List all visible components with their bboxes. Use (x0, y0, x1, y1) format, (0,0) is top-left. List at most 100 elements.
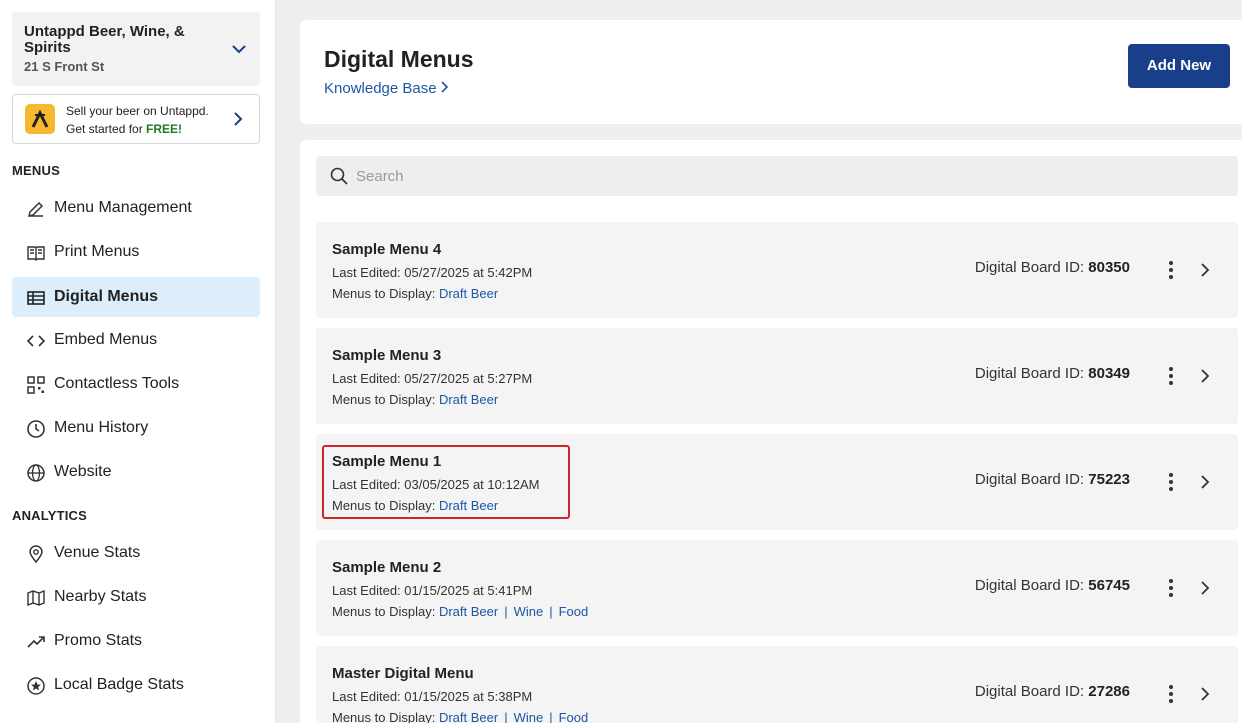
sidebar: Untappd Beer, Wine, & Spirits 21 S Front… (0, 0, 276, 723)
analytics-section-title: ANALYTICS (12, 508, 87, 523)
board-id-label: Digital Board ID: (974, 259, 1089, 276)
more-options-icon[interactable] (1164, 364, 1178, 388)
separator: | (504, 710, 508, 723)
last-edited: Last Edited: 03/05/2025 at 10:12AM (332, 477, 539, 492)
sidebar-item-embed-menus[interactable]: Embed Menus (12, 320, 260, 360)
digital-board-id: Digital Board ID: 56745 (975, 577, 1130, 594)
menus-to-display: Menus to Display: Draft Beer (332, 392, 498, 407)
display-tag[interactable]: Draft Beer (439, 286, 498, 301)
sidebar-item-nearby-stats[interactable]: Nearby Stats (12, 577, 260, 617)
star-badge-icon (27, 677, 45, 695)
board-id-value: 27286 (1088, 683, 1130, 700)
last-edited: Last Edited: 05/27/2025 at 5:42PM (332, 265, 532, 280)
chevron-down-icon[interactable] (230, 40, 248, 58)
display-tag[interactable]: Wine (514, 604, 544, 619)
sidebar-item-label: Nearby Stats (54, 588, 147, 605)
menus-to-display: Menus to Display: Draft Beer (332, 286, 498, 301)
sidebar-item-menu-history[interactable]: Menu History (12, 408, 260, 448)
chevron-right-icon[interactable] (1196, 472, 1214, 492)
menus-to-display-label: Menus to Display: (332, 498, 439, 513)
chevron-right-icon[interactable] (1196, 260, 1214, 280)
menu-name: Sample Menu 4 (332, 241, 442, 258)
display-tag[interactable]: Draft Beer (439, 710, 498, 723)
menu-row-sample-menu-2[interactable]: Sample Menu 2 Last Edited: 01/15/2025 at… (316, 540, 1238, 636)
board-id-label: Digital Board ID: (974, 683, 1089, 700)
separator: | (504, 604, 508, 619)
menu-row-sample-menu-3[interactable]: Sample Menu 3 Last Edited: 05/27/2025 at… (316, 328, 1238, 424)
more-options-icon[interactable] (1164, 576, 1178, 600)
sidebar-item-label: Menu Management (54, 199, 192, 216)
display-tag[interactable]: Wine (514, 710, 544, 723)
menu-name: Sample Menu 3 (332, 347, 442, 364)
sidebar-item-menu-management[interactable]: Menu Management (12, 188, 260, 228)
menu-row-master-digital-menu[interactable]: Master Digital Menu Last Edited: 01/15/2… (316, 646, 1238, 723)
last-edited: Last Edited: 01/15/2025 at 5:41PM (332, 583, 532, 598)
sell-on-untappd-banner[interactable]: Sell your beer on Untappd. Get started f… (12, 94, 260, 144)
display-tag[interactable]: Food (559, 604, 589, 619)
last-edited-label: Last Edited: (332, 265, 405, 280)
sidebar-item-promo-stats[interactable]: Promo Stats (12, 621, 260, 661)
untappd-logo-icon (25, 104, 55, 134)
last-edited: Last Edited: 05/27/2025 at 5:27PM (332, 371, 532, 386)
sidebar-item-label: Website (54, 463, 112, 480)
add-new-button[interactable]: Add New (1128, 44, 1230, 88)
code-icon (26, 335, 46, 347)
chevron-right-icon (441, 81, 448, 93)
knowledge-base-link[interactable]: Knowledge Base (324, 80, 449, 97)
sidebar-item-label: Embed Menus (54, 331, 158, 348)
menu-row-sample-menu-1[interactable]: Sample Menu 1 Last Edited: 03/05/2025 at… (316, 434, 1238, 530)
sidebar-item-label: Print Menus (54, 243, 140, 260)
page-title: Digital Menus (324, 46, 474, 72)
sidebar-item-digital-menus[interactable]: Digital Menus (12, 277, 260, 317)
book-icon (27, 246, 45, 261)
last-edited-label: Last Edited: (332, 477, 405, 492)
chevron-right-icon[interactable] (1196, 366, 1214, 386)
menus-section-title: MENUS (12, 163, 60, 178)
last-edited-value: 01/15/2025 at 5:41PM (404, 583, 533, 598)
last-edited-label: Last Edited: (332, 689, 405, 704)
more-options-icon[interactable] (1164, 470, 1178, 494)
more-options-icon[interactable] (1164, 682, 1178, 706)
map-icon (27, 589, 45, 607)
separator: | (549, 710, 553, 723)
chevron-right-icon[interactable] (1196, 578, 1214, 598)
sidebar-item-website[interactable]: Website (12, 452, 260, 492)
sidebar-item-venue-stats[interactable]: Venue Stats (12, 533, 260, 573)
promo-line-2-prefix: Get started for (66, 122, 147, 136)
trend-up-icon (27, 636, 45, 648)
menu-row-sample-menu-4[interactable]: Sample Menu 4 Last Edited: 05/27/2025 at… (316, 222, 1238, 318)
board-id-value: 56745 (1088, 577, 1130, 594)
sidebar-item-local-badge-stats[interactable]: Local Badge Stats (12, 665, 260, 705)
display-tag[interactable]: Draft Beer (439, 498, 498, 513)
search-icon (330, 167, 348, 185)
venue-name: Untappd Beer, Wine, & Spirits (24, 23, 185, 56)
sidebar-item-print-menus[interactable]: Print Menus (12, 232, 260, 272)
display-tag[interactable]: Draft Beer (439, 604, 498, 619)
separator: | (549, 604, 553, 619)
sidebar-item-label: Menu History (54, 419, 149, 436)
board-id-value: 75223 (1088, 471, 1130, 488)
display-tag[interactable]: Food (559, 710, 589, 723)
sidebar-item-contactless-tools[interactable]: Contactless Tools (12, 364, 260, 404)
venue-switcher[interactable]: Untappd Beer, Wine, & Spirits 21 S Front… (12, 12, 260, 86)
more-options-icon[interactable] (1164, 258, 1178, 282)
board-id-value: 80349 (1088, 365, 1130, 382)
qr-code-icon (27, 376, 45, 394)
last-edited-value: 03/05/2025 at 10:12AM (404, 477, 540, 492)
menu-list-panel: Sample Menu 4 Last Edited: 05/27/2025 at… (300, 140, 1242, 723)
clock-icon (27, 420, 45, 438)
last-edited-label: Last Edited: (332, 583, 405, 598)
menus-to-display-label: Menus to Display: (332, 392, 439, 407)
last-edited-value: 05/27/2025 at 5:42PM (404, 265, 533, 280)
chevron-right-icon[interactable] (229, 110, 247, 128)
menu-name: Master Digital Menu (332, 665, 474, 682)
promo-line-2: Get started for FREE! (66, 122, 182, 136)
menu-name: Sample Menu 2 (332, 559, 442, 576)
menus-to-display: Menus to Display: Draft Beer | Wine | Food (332, 604, 588, 619)
sidebar-item-label: Contactless Tools (54, 375, 180, 392)
chevron-right-icon[interactable] (1196, 684, 1214, 704)
display-tag[interactable]: Draft Beer (439, 392, 498, 407)
search-bar (316, 156, 1238, 196)
search-input[interactable] (356, 156, 1216, 196)
table-icon (27, 291, 45, 305)
